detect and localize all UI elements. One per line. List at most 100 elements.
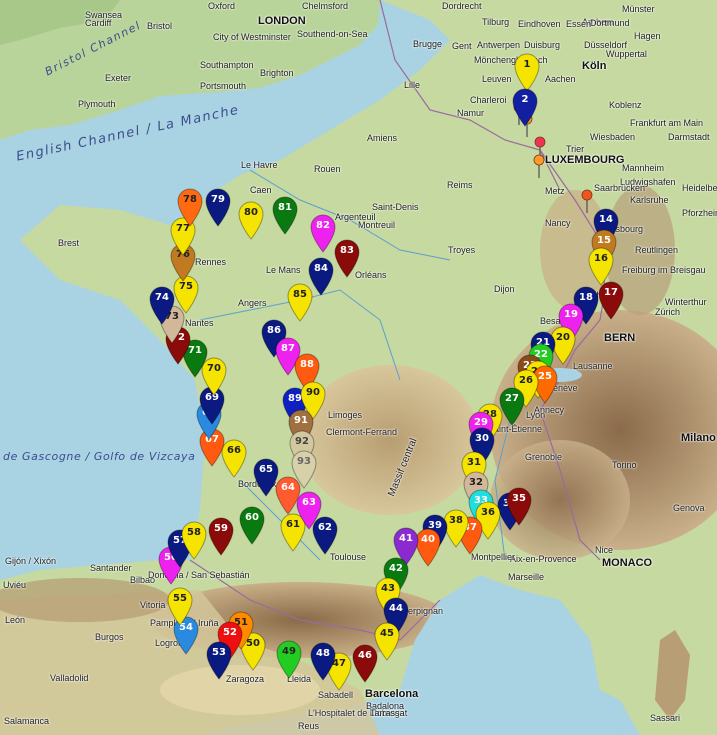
place-label-winterthur: Winterthur	[665, 297, 707, 307]
marker-number: 14	[599, 214, 613, 225]
place-label-bristol: Bristol	[147, 21, 173, 31]
route-marker-2[interactable]: 2	[511, 87, 539, 127]
marker-number: 31	[467, 457, 481, 468]
map-pin-icon	[206, 641, 232, 680]
place-label-angers: Angers	[238, 298, 267, 308]
place-label-metz: Metz	[545, 186, 565, 196]
marker-number: 79	[211, 194, 225, 205]
marker-number: 60	[245, 512, 259, 523]
place-label-le-mans: Le Mans	[266, 265, 301, 275]
place-label-southampton: Southampton	[200, 60, 254, 70]
marker-number: 53	[212, 647, 226, 658]
place-label-marseille: Marseille	[508, 572, 545, 582]
marker-number: 32	[469, 477, 483, 488]
map-pin-icon	[287, 283, 313, 322]
place-label-reus: Reus	[298, 721, 320, 731]
place-label-antwerpen: Antwerpen	[477, 40, 521, 50]
marker-number: 1	[523, 59, 531, 70]
place-label-frankfurt-am-main: Frankfurt am Main	[630, 118, 704, 128]
marker-number: 52	[223, 627, 237, 638]
place-label-sabadell: Sabadell	[318, 690, 354, 700]
place-label-genova: Genova	[673, 503, 705, 513]
route-marker-17[interactable]: 17	[597, 280, 625, 320]
map-pin-icon	[334, 239, 360, 278]
place-label-karlsruhe: Karlsruhe	[630, 195, 669, 205]
route-marker-83[interactable]: 83	[333, 238, 361, 278]
route-marker-59[interactable]: 59	[207, 516, 235, 556]
place-label-uvi-u: Uviéu	[3, 580, 27, 590]
place-label-m-nster: Münster	[622, 4, 655, 14]
map-pin-icon	[272, 196, 298, 235]
marker-number: 75	[179, 281, 193, 292]
marker-number: 84	[314, 263, 328, 274]
place-label-k-ln: Köln	[582, 60, 607, 72]
place-label-brighton: Brighton	[260, 68, 294, 78]
marker-number: 35	[512, 493, 526, 504]
map-pin-icon	[205, 188, 231, 227]
route-marker-65[interactable]: 65	[252, 457, 280, 497]
marker-number: 16	[594, 253, 608, 264]
place-label-mannheim: Mannheim	[622, 163, 665, 173]
place-label-dijon: Dijon	[494, 284, 515, 294]
map-canvas[interactable]: Bristol Channel English Channel / La Man…	[0, 0, 717, 735]
route-marker-81[interactable]: 81	[271, 195, 299, 235]
route-marker-46[interactable]: 46	[351, 643, 379, 683]
place-label-exeter: Exeter	[105, 73, 132, 83]
marker-number: 30	[475, 433, 489, 444]
marker-number: 91	[294, 415, 308, 426]
place-label-rennes: Rennes	[195, 257, 227, 267]
place-label-wuppertal: Wuppertal	[606, 49, 647, 59]
place-label-amiens: Amiens	[367, 133, 398, 143]
route-marker-35[interactable]: 35	[505, 486, 533, 526]
place-label-darmstadt: Darmstadt	[668, 132, 710, 142]
marker-number: 80	[244, 207, 258, 218]
route-marker-48[interactable]: 48	[309, 641, 337, 681]
marker-number: 48	[316, 648, 330, 659]
route-marker-53[interactable]: 53	[205, 640, 233, 680]
water-label-bay-of-biscay: de Gascogne / Golfo de Vizcaya	[3, 450, 196, 463]
place-label-duisburg: Duisburg	[524, 40, 561, 50]
place-label-troyes: Troyes	[448, 245, 476, 255]
marker-number: 86	[267, 325, 281, 336]
marker-number: 49	[282, 646, 296, 657]
place-label-rouen: Rouen	[314, 164, 341, 174]
route-marker-85[interactable]: 85	[286, 282, 314, 322]
marker-number: 93	[297, 456, 311, 467]
place-label-namur: Namur	[457, 108, 485, 118]
place-label-wiesbaden: Wiesbaden	[590, 132, 636, 142]
place-label-valladolid: Valladolid	[50, 673, 89, 683]
route-pin[interactable]	[533, 154, 545, 178]
marker-number: 65	[259, 464, 273, 475]
place-label-hagen: Hagen	[634, 31, 661, 41]
route-marker-55[interactable]: 55	[166, 586, 194, 626]
place-label-reutlingen: Reutlingen	[635, 245, 679, 255]
place-label-heidelberg: Heidelberg	[682, 183, 717, 193]
place-label-saint-denis: Saint-Denis	[372, 202, 419, 212]
route-marker-78[interactable]: 78	[176, 187, 204, 227]
place-label-charleroi: Charleroi	[470, 95, 507, 105]
map-pin-icon	[181, 521, 207, 560]
place-label-dortmund: Dortmund	[590, 18, 630, 28]
place-label-clermont-ferrand: Clermont-Ferrand	[326, 427, 398, 437]
place-label-bern: BERN	[604, 332, 636, 344]
route-marker-1[interactable]: 1	[513, 52, 541, 92]
route-marker-58[interactable]: 58	[180, 520, 208, 560]
place-label-caen: Caen	[250, 185, 272, 195]
place-label-monaco: MONACO	[602, 557, 653, 569]
marker-number: 83	[340, 245, 354, 256]
marker-number: 58	[187, 527, 201, 538]
place-label-sassari: Sassari	[650, 713, 681, 723]
map-pin-icon	[352, 644, 378, 683]
route-marker-79[interactable]: 79	[204, 187, 232, 227]
place-label-milano: Milano	[681, 432, 716, 444]
marker-number: 43	[381, 583, 395, 594]
route-marker-49[interactable]: 49	[275, 639, 303, 679]
place-label-santander: Santander	[90, 563, 132, 573]
route-marker-80[interactable]: 80	[237, 200, 265, 240]
place-label-brugge: Brugge	[413, 39, 443, 49]
marker-number: 85	[293, 289, 307, 300]
place-label-southend-on-sea: Southend-on-Sea	[297, 29, 368, 39]
route-marker-60[interactable]: 60	[238, 505, 266, 545]
place-label-luxembourg: LUXEMBOURG	[545, 154, 625, 166]
route-marker-93[interactable]: 93	[290, 449, 318, 489]
